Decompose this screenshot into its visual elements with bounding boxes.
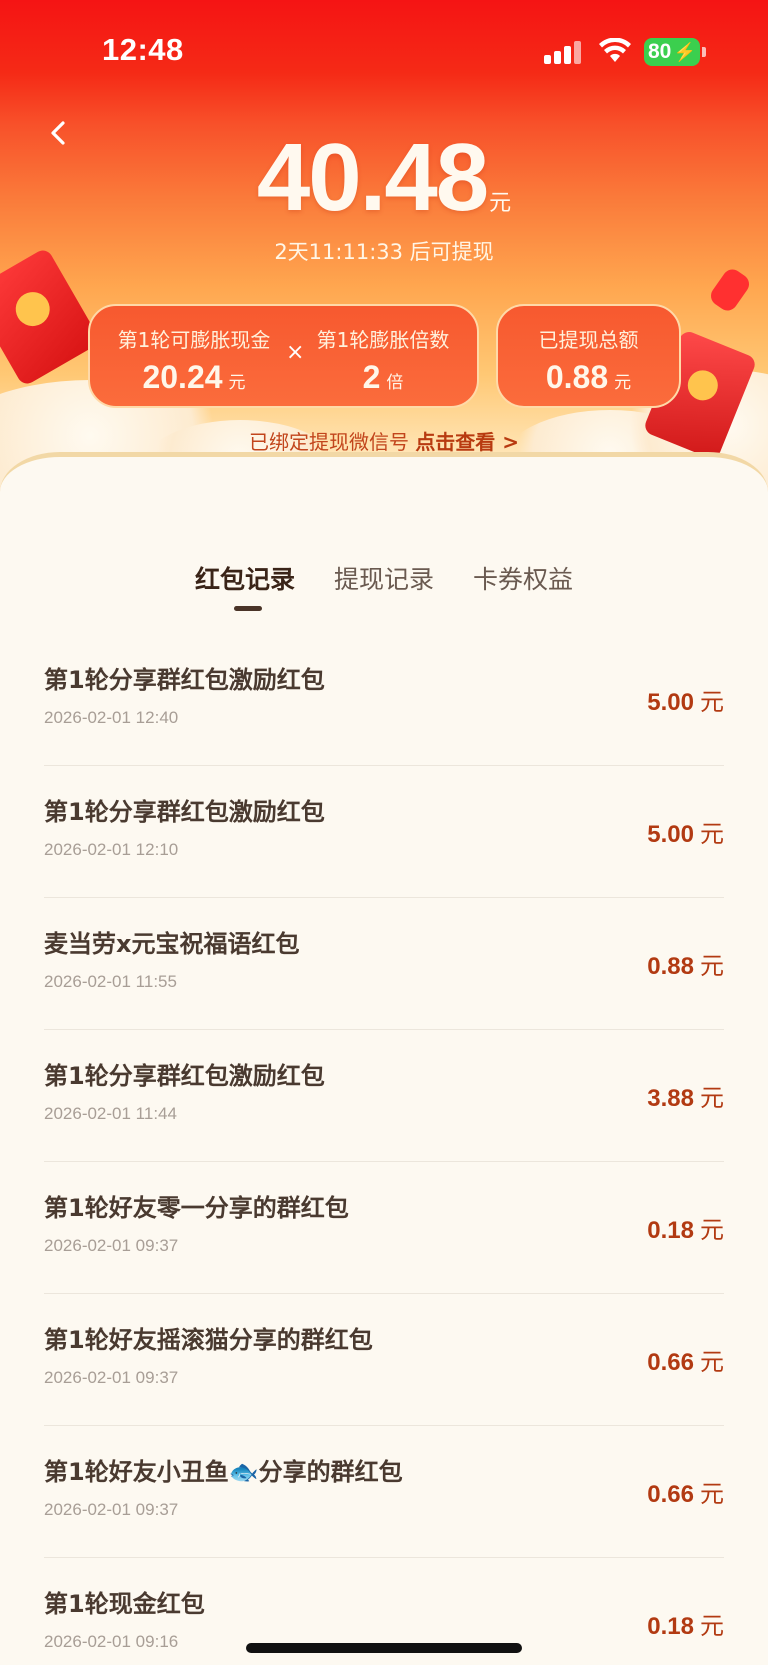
balance-unit: 元 [489,191,512,216]
record-date: 2026-02-01 11:44 [44,1104,177,1123]
record-title: 第1轮好友摇滚猫分享的群红包 [44,1326,373,1354]
withdrawn-label: 已提现总额 [538,328,639,352]
list-item[interactable]: 第1轮好友摇滚猫分享的群红包 2026-02-01 09:37 0.66 元 [44,1294,724,1426]
record-date: 2026-02-01 11:55 [44,972,177,991]
home-indicator[interactable] [246,1643,522,1653]
active-tab-indicator [234,606,262,611]
withdraw-countdown: 2天11:11:33 后可提现 [274,240,494,264]
list-item[interactable]: 麦当劳x元宝祝福语红包 2026-02-01 11:55 0.88 元 [44,898,724,1030]
withdrawn-card[interactable]: 已提现总额 0.88 元 [496,304,681,408]
tab-red-packet-records[interactable]: 红包记录 [195,560,295,596]
wifi-icon [599,38,631,62]
tab-coupon-benefits[interactable]: 卡券权益 [473,560,573,596]
list-item[interactable]: 第1轮分享群红包激励红包 2026-02-01 12:10 5.00 元 [44,766,724,898]
record-title: 第1轮分享群红包激励红包 [44,666,325,694]
record-title: 第1轮好友零一分享的群红包 [44,1194,349,1222]
multiplier-unit: 倍 [386,373,404,393]
record-date: 2026-02-01 09:16 [44,1632,179,1651]
amount-unit: 元 [700,1216,724,1244]
expandable-cash-stat: 第1轮可膨胀现金 20.24 元 [112,324,276,396]
withdrawn-stat: 已提现总额 0.88 元 [498,324,679,396]
record-tabs: 红包记录 提现记录 卡券权益 [0,560,768,612]
record-list: 第1轮分享群红包激励红包 2026-02-01 12:40 5.00 元 第1轮分… [44,634,724,1665]
amount-value: 0.18 [647,1217,694,1244]
balance-amount: 40.48元 [0,128,768,228]
amount-value: 0.88 [647,953,694,980]
record-title: 第1轮现金红包 [44,1590,205,1618]
record-amount: 0.66 元 [647,1474,724,1509]
amount-unit: 元 [700,1348,724,1376]
status-time: 12:48 [102,32,184,67]
tab-withdraw-records[interactable]: 提现记录 [334,560,434,596]
amount-unit: 元 [700,1612,724,1640]
battery-level: 80 [648,40,672,63]
list-item[interactable]: 第1轮分享群红包激励红包 2026-02-01 11:44 3.88 元 [44,1030,724,1162]
amount-unit: 元 [700,952,724,980]
expandable-cash-label: 第1轮可膨胀现金 [117,328,271,352]
status-bar: 12:48 80 ⚡ [0,0,768,104]
cellular-signal-icon [544,40,584,64]
record-amount: 0.18 元 [647,1210,724,1245]
multiplier-label: 第1轮膨胀倍数 [316,328,450,352]
amount-value: 5.00 [647,689,694,716]
expandable-cash-unit: 元 [228,373,246,393]
record-amount: 5.00 元 [647,682,724,717]
amount-unit: 元 [700,1084,724,1112]
record-amount: 3.88 元 [647,1078,724,1113]
amount-value: 0.66 [647,1349,694,1376]
amount-unit: 元 [700,1480,724,1508]
record-title: 第1轮好友小丑鱼🐟分享的群红包 [44,1458,403,1486]
balance-number: 40.48 [256,124,489,231]
amount-unit: 元 [700,688,724,716]
amount-unit: 元 [700,820,724,848]
record-amount: 0.88 元 [647,946,724,981]
list-item[interactable]: 第1轮分享群红包激励红包 2026-02-01 12:40 5.00 元 [44,634,724,766]
red-envelope-decoration [707,265,753,315]
record-date: 2026-02-01 12:40 [44,708,179,727]
record-date: 2026-02-01 09:37 [44,1236,179,1255]
list-item[interactable]: 第1轮好友零一分享的群红包 2026-02-01 09:37 0.18 元 [44,1162,724,1294]
amount-value: 0.18 [647,1613,694,1640]
record-amount: 0.66 元 [647,1342,724,1377]
hero-bottom-edge [0,452,768,520]
multiplier-stat: 第1轮膨胀倍数 2倍 [308,324,458,396]
amount-value: 5.00 [647,821,694,848]
binding-text: 已绑定提现微信号 [248,430,409,454]
record-date: 2026-02-01 12:10 [44,840,179,859]
multiply-sign: × [286,340,305,365]
charging-icon: ⚡ [673,42,696,62]
expandable-cash-value: 20.24 [142,359,223,395]
withdrawn-value: 0.88 [545,359,609,395]
record-title: 第1轮分享群红包激励红包 [44,798,325,826]
record-amount: 0.18 元 [647,1606,724,1641]
battery-tip [702,47,706,57]
list-item[interactable]: 第1轮好友小丑鱼🐟分享的群红包 2026-02-01 09:37 0.66 元 [44,1426,724,1558]
record-amount: 5.00 元 [647,814,724,849]
view-binding-link[interactable]: 点击查看 > [415,430,519,454]
battery-icon: 80 ⚡ [644,38,700,66]
record-date: 2026-02-01 09:37 [44,1368,179,1387]
withdrawn-unit: 元 [614,373,632,393]
record-title: 第1轮分享群红包激励红包 [44,1062,325,1090]
record-date: 2026-02-01 09:37 [44,1500,179,1519]
amount-value: 0.66 [647,1481,694,1508]
amount-value: 3.88 [647,1085,694,1112]
record-title: 麦当劳x元宝祝福语红包 [44,930,300,958]
wechat-binding: 已绑定提现微信号 点击查看 > [0,426,768,455]
expansion-card: 第1轮可膨胀现金 20.24 元 × 第1轮膨胀倍数 2倍 [88,304,479,408]
multiplier-value: 2 [362,359,381,395]
red-envelope-decoration [0,246,102,388]
